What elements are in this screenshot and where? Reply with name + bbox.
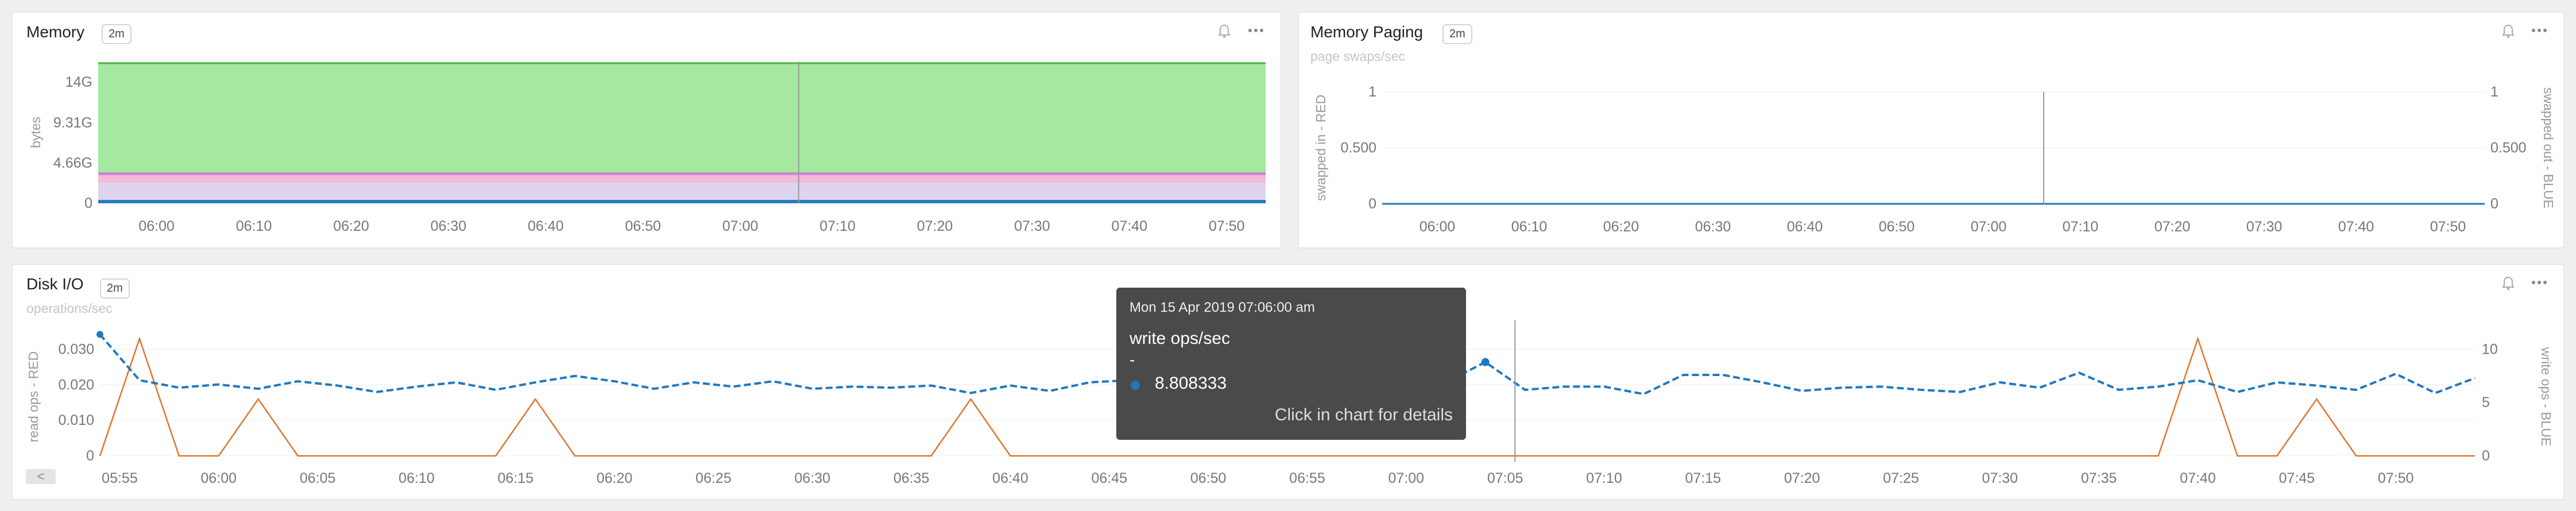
x-tick-label: 07:30 (1982, 470, 2018, 486)
area-series-4 (98, 63, 1266, 172)
memory-panel: Memory 2m 0 4.66G 9.31G 14G 06:00 06:10 06:20 0… (12, 12, 1281, 248)
x-tick-label: 07:30 (2246, 219, 2283, 235)
x-tick-label: 07:20 (2155, 219, 2191, 235)
x-tick-label: 07:50 (1209, 218, 1245, 234)
x-tick-label: 06:25 (695, 470, 732, 486)
x-tick-label: 06:55 (1289, 470, 1325, 486)
x-tick-label: 07:10 (1586, 470, 1622, 486)
y2-tick-label: 0.500 (2490, 140, 2527, 156)
x-tick-label: 07:15 (1685, 470, 1722, 486)
area-series-2 (98, 175, 1266, 183)
x-tick-label: 07:30 (1014, 218, 1050, 234)
x-tick-label: 07:05 (1487, 470, 1523, 486)
y-axis-label: read ops - RED (26, 351, 41, 443)
x-tick-label: 07:25 (1883, 470, 1919, 486)
tooltip-separator: - (1130, 351, 1135, 369)
area-series-1 (98, 183, 1266, 202)
x-tick-label: 06:10 (399, 470, 435, 486)
y-tick-label: 0 (84, 195, 92, 211)
x-tick-label: 06:35 (894, 470, 930, 486)
x-tick-label: 05:55 (102, 470, 138, 486)
x-tick-label: 06:50 (625, 218, 661, 234)
y2-axis-label: swapped out - BLUE (2541, 87, 2556, 208)
y-tick-label: 0.500 (1340, 140, 1376, 156)
x-tick-label: 06:00 (201, 470, 237, 486)
x-tick-label: 06:30 (431, 218, 467, 234)
x-tick-label: 06:40 (1787, 219, 1823, 235)
x-tick-label: 06:30 (1695, 219, 1731, 235)
x-tick-label: 07:20 (917, 218, 953, 234)
y2-tick-label: 5 (2482, 394, 2490, 411)
area-series-3 (98, 172, 1266, 176)
x-tick-label: 07:00 (1388, 470, 1425, 486)
x-tick-label: 06:20 (333, 218, 369, 234)
x-tick-label: 06:10 (236, 218, 272, 234)
x-tick-label: 07:40 (2338, 219, 2374, 235)
y-tick-label: 0 (1368, 196, 1376, 212)
y-tick-label: 0.020 (58, 377, 94, 393)
x-tick-label: 07:50 (2378, 470, 2414, 486)
x-tick-label: 06:20 (597, 470, 633, 486)
y-tick-label: 0.030 (58, 341, 94, 357)
chart-tooltip: Mon 15 Apr 2019 07:06:00 am write ops/se… (1116, 288, 1466, 440)
y-tick-label: 0.010 (58, 412, 94, 428)
x-tick-label: 07:00 (722, 218, 759, 234)
memory-paging-panel: Memory Paging 2m page swaps/sec 0 0 0.500 0… (1298, 12, 2564, 248)
tooltip-date: Mon 15 Apr 2019 07:06:00 am (1130, 300, 1315, 315)
tooltip-series-name: write ops/sec (1130, 329, 1231, 348)
x-tick-label: 06:50 (1190, 470, 1227, 486)
y2-tick-label: 0 (2490, 196, 2498, 212)
y-tick-label: 14G (65, 74, 92, 90)
y-axis-label: bytes (28, 117, 43, 148)
y-tick-label: 4.66G (53, 155, 92, 171)
x-tick-label: 06:15 (498, 470, 534, 486)
y2-tick-label: 0 (2482, 448, 2490, 464)
x-tick-label: 06:40 (992, 470, 1028, 486)
x-tick-label: 06:20 (1603, 219, 1639, 235)
x-tick-label: 07:10 (819, 218, 856, 234)
y-tick-label: 9.31G (53, 115, 92, 131)
x-tick-label: 06:30 (795, 470, 831, 486)
x-tick-label: 06:05 (300, 470, 336, 486)
y-tick-label: 1 (1368, 84, 1376, 100)
x-tick-label: 06:40 (528, 218, 564, 234)
x-tick-label: 06:00 (138, 218, 175, 234)
x-tick-label: 07:10 (2063, 219, 2099, 235)
series-point (96, 331, 103, 338)
x-tick-label: 07:40 (2180, 470, 2216, 486)
x-tick-label: 06:45 (1092, 470, 1128, 486)
y2-axis-label: write ops - BLUE (2539, 347, 2554, 447)
series-color-dot (1131, 381, 1140, 390)
x-tick-label: 07:20 (1784, 470, 1820, 486)
y-tick-label: 0 (86, 448, 94, 464)
y-axis-label: swapped in - RED (1313, 95, 1328, 201)
tooltip-value: 8.808333 (1155, 374, 1227, 393)
x-tick-label: 06:00 (1419, 219, 1456, 235)
scroll-left-button[interactable]: < (26, 469, 56, 484)
x-tick-label: 07:45 (2279, 470, 2315, 486)
memory-chart[interactable]: 0 4.66G 9.31G 14G 06:00 06:10 06:20 06:30 06:40 0… (13, 13, 1282, 249)
x-tick-label: 06:50 (1879, 219, 1915, 235)
memory-paging-chart[interactable]: 0 0 0.500 0.500 1 1 06:00 06:10 06:20 06:30 06:40 0… (1299, 13, 2565, 249)
y2-tick-label: 10 (2482, 341, 2498, 357)
x-tick-label: 06:10 (1511, 219, 1548, 235)
hover-point (1481, 358, 1490, 366)
y2-tick-label: 1 (2490, 84, 2498, 100)
x-tick-label: 07:50 (2430, 219, 2466, 235)
x-tick-label: 07:40 (1112, 218, 1148, 234)
x-tick-label: 07:35 (2081, 470, 2117, 486)
x-tick-label: 07:00 (1971, 219, 2007, 235)
tooltip-hint: Click in chart for details (1274, 405, 1453, 424)
